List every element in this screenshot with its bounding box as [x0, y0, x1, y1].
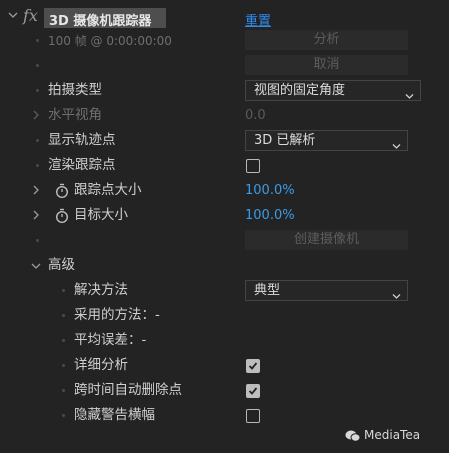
detailed-analysis-checkbox[interactable] — [246, 359, 260, 373]
show-track-points-value: 3D 已解析 — [254, 133, 316, 148]
track-point-size-unit: % — [282, 183, 295, 198]
hfov-label: 水平视角 — [48, 107, 102, 123]
create-camera-button[interactable]: 创建摄像机 — [245, 230, 408, 250]
checkmark-icon — [248, 362, 258, 370]
row-dot — [62, 364, 65, 367]
advanced-section-label[interactable]: 高级 — [48, 257, 75, 274]
row-dot — [36, 64, 39, 67]
wechat-icon — [345, 428, 361, 442]
analyze-button[interactable]: 分析 — [245, 30, 408, 50]
row-dot — [62, 389, 65, 392]
chevron-right-icon[interactable] — [31, 210, 41, 220]
track-point-size-number: 100.0 — [245, 183, 283, 198]
chevron-down-icon[interactable] — [8, 10, 18, 20]
solve-method-label: 解决方法 — [74, 282, 128, 298]
row-dot — [62, 314, 65, 317]
shot-type-label: 拍摄类型 — [48, 82, 102, 98]
detailed-analysis-label: 详细分析 — [74, 357, 128, 373]
watermark-text: MediaTea — [364, 428, 421, 442]
target-size-label: 目标大小 — [74, 207, 128, 223]
row-dot — [36, 139, 39, 142]
show-track-points-label: 显示轨迹点 — [48, 132, 116, 148]
show-track-points-dropdown[interactable]: 3D 已解析 — [245, 130, 408, 151]
advanced-section-row: 高级 — [0, 253, 449, 278]
effect-controls-panel: fx 3D 摄像机跟踪器 重置 100 帧 @ 0:00:00:00 分析 取消… — [0, 0, 449, 453]
chevron-down-icon — [392, 137, 401, 149]
avg-error-label: 平均误差：- — [74, 332, 147, 348]
row-dot — [36, 239, 39, 242]
row-dot — [62, 339, 65, 342]
reset-link[interactable]: 重置 — [245, 10, 271, 29]
shot-type-value: 视图的固定角度 — [254, 83, 346, 98]
target-size-row: 目标大小 100.0% — [0, 203, 449, 228]
chevron-down-icon[interactable] — [31, 261, 41, 271]
chevron-down-icon — [392, 287, 401, 299]
auto-delete-row: 跨时间自动删除点 — [0, 378, 449, 403]
chevron-down-icon — [405, 87, 414, 99]
hide-warning-checkbox[interactable] — [246, 409, 260, 423]
avg-error-row: 平均误差：- — [0, 328, 449, 353]
chevron-right-icon[interactable] — [31, 110, 41, 120]
hide-warning-row: 隐藏警告横幅 — [0, 403, 449, 428]
chevron-right-icon[interactable] — [31, 185, 41, 195]
shot-type-dropdown[interactable]: 视图的固定角度 — [245, 80, 421, 101]
checkmark-icon — [248, 387, 258, 395]
hfov-row: 水平视角 0.0 — [0, 103, 449, 128]
method-used-row: 采用的方法：- — [0, 303, 449, 328]
render-track-points-row: 渲染跟踪点 — [0, 153, 449, 178]
track-point-size-row: 跟踪点大小 100.0% — [0, 178, 449, 203]
hfov-value: 0.0 — [245, 108, 266, 123]
target-size-value[interactable]: 100.0% — [245, 208, 295, 223]
fx-toggle-icon[interactable]: fx — [23, 6, 38, 25]
frame-info-row: 100 帧 @ 0:00:00:00 分析 — [0, 28, 449, 53]
track-point-size-label: 跟踪点大小 — [74, 182, 142, 198]
target-size-number: 100.0 — [245, 208, 283, 223]
stopwatch-icon[interactable] — [55, 208, 69, 224]
auto-delete-label: 跨时间自动删除点 — [74, 382, 182, 398]
solve-method-dropdown[interactable]: 典型 — [245, 280, 408, 301]
target-size-unit: % — [282, 208, 295, 223]
effect-header-row: fx 3D 摄像机跟踪器 重置 — [0, 2, 449, 29]
row-dot — [62, 414, 65, 417]
show-track-points-row: 显示轨迹点 3D 已解析 — [0, 128, 449, 153]
solve-method-value: 典型 — [254, 283, 281, 298]
row-dot — [36, 39, 39, 42]
shot-type-row: 拍摄类型 视图的固定角度 — [0, 78, 449, 103]
row-dot — [36, 164, 39, 167]
cancel-row: 取消 — [0, 53, 449, 78]
method-used-label: 采用的方法：- — [74, 307, 160, 323]
render-track-points-checkbox[interactable] — [246, 159, 260, 173]
create-camera-row: 创建摄像机 — [0, 228, 449, 253]
render-track-points-label: 渲染跟踪点 — [48, 157, 116, 173]
frame-info-text: 100 帧 @ 0:00:00:00 — [48, 34, 172, 48]
solve-method-row: 解决方法 典型 — [0, 278, 449, 303]
cancel-button[interactable]: 取消 — [245, 55, 408, 75]
row-dot — [62, 289, 65, 292]
row-dot — [36, 89, 39, 92]
auto-delete-checkbox[interactable] — [246, 384, 260, 398]
hide-warning-label: 隐藏警告横幅 — [74, 407, 155, 423]
stopwatch-icon[interactable] — [55, 183, 69, 199]
effect-title: 3D 摄像机跟踪器 — [49, 14, 152, 29]
track-point-size-value[interactable]: 100.0% — [245, 183, 295, 198]
detailed-analysis-row: 详细分析 — [0, 353, 449, 378]
